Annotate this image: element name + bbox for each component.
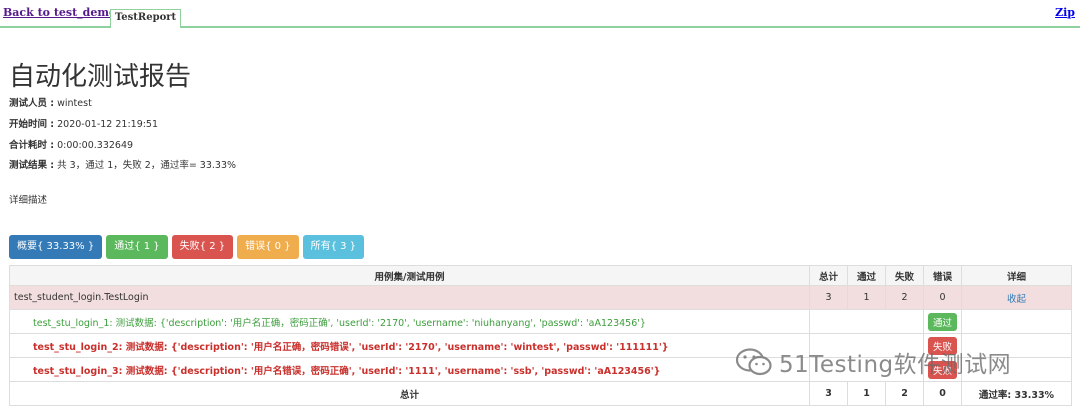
case-name: test_stu_login_1: 测试数据: {'description': … — [9, 309, 810, 334]
class-pass: 1 — [847, 285, 886, 310]
total-pass: 1 — [847, 381, 886, 406]
filter-buttons: 概要{ 33.33% } 通过{ 1 } 失败{ 2 } 错误{ 0 } 所有{… — [9, 235, 365, 259]
watermark-text: 51Testing软件测试网 — [779, 352, 1012, 378]
class-name: test_student_login.TestLogin — [9, 285, 810, 310]
top-bar: Back to test_demo TestReport Zip — [0, 0, 1080, 28]
detail-description: 详细描述 — [9, 195, 48, 206]
filter-all-button[interactable]: 所有{ 3 } — [302, 235, 365, 259]
result-table: 用例集/测试用例 总计 通过 失败 错误 详细 test_student_log… — [9, 265, 1072, 406]
total-label: 总计 — [9, 381, 810, 406]
case-name: test_stu_login_3: 测试数据: {'description': … — [9, 357, 810, 382]
test-class-row: test_student_login.TestLogin 3 1 2 0 收起 — [9, 285, 1072, 310]
tester-value: wintest — [54, 98, 92, 109]
class-error: 0 — [923, 285, 962, 310]
header-total: 总计 — [809, 265, 848, 286]
result-info: 测试结果 : 共 3，通过 1，失败 2，通过率= 33.33% — [9, 157, 236, 171]
class-total: 3 — [809, 285, 848, 310]
back-link[interactable]: Back to test_demo — [3, 6, 116, 19]
collapse-link[interactable]: 收起 — [1007, 294, 1026, 305]
watermark: 51Testing软件测试网 — [735, 345, 1011, 379]
duration-value: 0:00:00.332649 — [54, 140, 134, 151]
header-case-name: 用例集/测试用例 — [9, 265, 810, 286]
case-status-button[interactable]: 通过 — [928, 312, 957, 331]
header-fail: 失败 — [885, 265, 924, 286]
header-pass: 通过 — [847, 265, 886, 286]
wechat-logo-icon — [735, 348, 772, 376]
result-label: 测试结果 : — [9, 160, 55, 171]
result-value: 共 3，通过 1，失败 2，通过率= 33.33% — [54, 160, 237, 171]
start-time-value: 2020-01-12 21:19:51 — [54, 119, 159, 130]
filter-error-button[interactable]: 错误{ 0 } — [237, 235, 299, 259]
table-row: test_stu_login_1: 测试数据: {'description': … — [9, 309, 1072, 334]
total-fail: 2 — [885, 381, 924, 406]
filter-fail-button[interactable]: 失败{ 2 } — [171, 235, 234, 259]
tester-label: 测试人员 : — [9, 98, 55, 109]
start-time-label: 开始时间 : — [9, 119, 55, 130]
page-title: 自动化测试报告 — [9, 62, 192, 92]
tab-test-report[interactable]: TestReport — [110, 9, 182, 28]
duration-info: 合计耗时 : 0:00:00.332649 — [9, 137, 133, 151]
filter-overview-button[interactable]: 概要{ 33.33% } — [9, 235, 103, 259]
header-error: 错误 — [923, 265, 962, 286]
duration-label: 合计耗时 : — [9, 140, 55, 151]
table-header-row: 用例集/测试用例 总计 通过 失败 错误 详细 — [9, 265, 1072, 286]
class-fail: 2 — [885, 285, 924, 310]
tester-info: 测试人员 : wintest — [9, 95, 92, 109]
zip-link[interactable]: Zip — [1055, 6, 1075, 19]
total-total: 3 — [809, 381, 848, 406]
pass-rate: 通过率: 33.33% — [961, 381, 1072, 406]
start-time-info: 开始时间 : 2020-01-12 21:19:51 — [9, 116, 158, 130]
case-name: test_stu_login_2: 测试数据: {'description': … — [9, 333, 810, 358]
header-detail: 详细 — [961, 265, 1072, 286]
total-row: 总计 3 1 2 0 通过率: 33.33% — [9, 381, 1072, 406]
total-error: 0 — [923, 381, 962, 406]
filter-pass-button[interactable]: 通过{ 1 } — [106, 235, 168, 259]
